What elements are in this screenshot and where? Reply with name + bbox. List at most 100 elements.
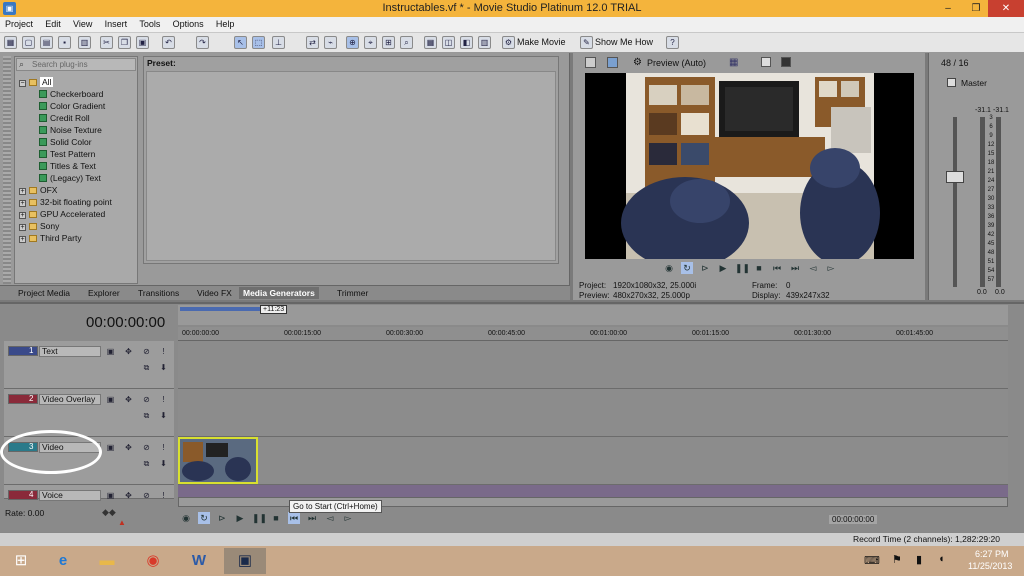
compositing-mode-icon[interactable]: ⬇	[159, 363, 168, 372]
undo-icon[interactable]: ↶	[162, 36, 175, 49]
track-fx-icon[interactable]: ▣	[106, 395, 115, 404]
next-frame-icon[interactable]: ▻	[825, 262, 837, 274]
plugin-tree-item[interactable]: Solid Color	[39, 136, 92, 148]
mixer-properties-icon[interactable]	[947, 78, 956, 87]
track-fx-icon[interactable]: ▣	[106, 443, 115, 452]
track-header[interactable]: 1 Text ▣ ✥ ⊘! ⧉ ⬇	[4, 341, 174, 389]
menu-edit[interactable]: Edit	[40, 17, 66, 32]
track-fx-icon[interactable]: ▣	[106, 491, 115, 500]
track-name[interactable]: Video Overlay	[39, 394, 101, 405]
view-icon[interactable]: ▥	[478, 36, 491, 49]
tab-video-fx[interactable]: Video FX	[197, 287, 232, 299]
grid-icon[interactable]: ▦	[424, 36, 437, 49]
rate-slider[interactable]: ◆◆	[102, 508, 126, 517]
plugin-tree-item[interactable]: Test Pattern	[39, 148, 95, 160]
preview-mode-dropdown[interactable]: Preview (Auto)	[647, 58, 706, 68]
compositing-icon[interactable]: ⧉	[142, 363, 151, 372]
plugin-search-input[interactable]: ⌕ Search plug-ins	[16, 58, 136, 71]
loop-icon[interactable]: ↻	[681, 262, 693, 274]
solo-icon[interactable]: !	[159, 395, 168, 404]
mute-icon[interactable]: ⊘	[142, 491, 151, 500]
help-icon[interactable]: ?	[666, 36, 679, 49]
tl-go-to-start-icon[interactable]: ⏮	[288, 512, 300, 524]
paste-icon[interactable]: ▣	[136, 36, 149, 49]
compositing-icon[interactable]: ⧉	[142, 411, 151, 420]
plugin-tree-item[interactable]: Titles & Text	[39, 160, 96, 172]
tl-go-to-end-icon[interactable]: ⏭	[306, 512, 318, 524]
track-fx-icon[interactable]: ▣	[106, 347, 115, 356]
track-motion-icon[interactable]: ✥	[124, 347, 133, 356]
menu-project[interactable]: Project	[0, 17, 38, 32]
lock-envelopes-icon[interactable]: ⌁	[324, 36, 337, 49]
region-icon[interactable]: ⊞	[382, 36, 395, 49]
track-name[interactable]: Voice	[39, 490, 101, 501]
preview-settings-icon[interactable]	[585, 57, 596, 68]
tl-play-icon[interactable]: ▶	[234, 512, 246, 524]
track-motion-icon[interactable]: ✥	[124, 491, 133, 500]
tl-stop-icon[interactable]: ■	[270, 512, 282, 524]
mute-icon[interactable]: ⊘	[142, 395, 151, 404]
track-header[interactable]: 4 Voice ▣ ✥ ⊘!	[4, 485, 174, 501]
expand-icon[interactable]: +	[19, 212, 26, 219]
plugin-tree-item[interactable]: Checkerboard	[39, 88, 103, 100]
dock-side-handle[interactable]	[3, 56, 11, 284]
plugin-tree-item[interactable]: + OFX	[19, 184, 57, 196]
save-icon[interactable]: ▪	[58, 36, 71, 49]
movie-studio-icon[interactable]: ▣	[224, 548, 266, 574]
tray-flag-icon[interactable]: ⚑	[892, 553, 902, 566]
chrome-icon[interactable]: ◉	[132, 548, 174, 574]
copy-icon[interactable]: ❐	[118, 36, 131, 49]
crossfade-icon[interactable]: ◫	[442, 36, 455, 49]
tray-volume-icon[interactable]: ◖	[938, 553, 945, 565]
plugin-tree-item[interactable]: + Third Party	[19, 232, 82, 244]
clock-date[interactable]: 11/25/2013	[968, 561, 1012, 571]
plugin-tree-item[interactable]: +32-bit floating point	[19, 196, 112, 208]
mute-icon[interactable]: ⊘	[142, 347, 151, 356]
video-clip[interactable]	[178, 437, 258, 484]
compositing-icon[interactable]: ⧉	[142, 459, 151, 468]
overlays-icon[interactable]: ▦	[729, 57, 738, 68]
tl-previous-frame-icon[interactable]: ◅	[324, 512, 336, 524]
track-lane[interactable]	[178, 389, 1008, 437]
timeline-ruler[interactable]: 00:00:00:00 00:00:15:00 00:00:30:00 00:00:4…	[178, 327, 1008, 341]
menu-tools[interactable]: Tools	[134, 17, 165, 32]
track-motion-icon[interactable]: ✥	[124, 443, 133, 452]
cut-icon[interactable]: ✂	[100, 36, 113, 49]
close-button[interactable]: ✕	[988, 0, 1024, 17]
play-icon[interactable]: ▶	[717, 262, 729, 274]
tl-pause-icon[interactable]: ❚❚	[252, 512, 267, 524]
track-lane[interactable]	[178, 437, 1008, 485]
tl-record-icon[interactable]: ◉	[180, 512, 192, 524]
make-movie-button[interactable]: Make Movie	[517, 37, 566, 47]
plugin-tree-item[interactable]: Credit Roll	[39, 112, 90, 124]
new-project-icon[interactable]: ▦	[4, 36, 17, 49]
expand-icon[interactable]: +	[19, 236, 26, 243]
start-icon[interactable]: ⊞	[0, 548, 42, 574]
copy-snapshot-icon[interactable]	[761, 57, 771, 67]
solo-icon[interactable]: !	[159, 443, 168, 452]
menu-view[interactable]: View	[68, 17, 97, 32]
tab-media-generators[interactable]: Media Generators	[239, 287, 319, 299]
word-icon[interactable]: W	[178, 548, 220, 574]
tl-loop-icon[interactable]: ↻	[198, 512, 210, 524]
solo-icon[interactable]: !	[159, 347, 168, 356]
selection-tool-icon[interactable]: ⬚	[252, 36, 265, 49]
menu-options[interactable]: Options	[168, 17, 209, 32]
internet-explorer-icon[interactable]: e	[42, 548, 84, 574]
master-fader[interactable]	[946, 171, 964, 183]
split-screen-icon[interactable]: ◧	[460, 36, 473, 49]
show-me-how-button[interactable]: Show Me How	[595, 37, 653, 47]
tab-transitions[interactable]: Transitions	[138, 287, 179, 299]
normal-edit-tool-icon[interactable]: ↖	[234, 36, 247, 49]
pause-icon[interactable]: ❚❚	[735, 262, 750, 274]
expand-icon[interactable]: −	[19, 80, 26, 87]
snapping-icon[interactable]: ⊕	[346, 36, 359, 49]
plugin-tree-item[interactable]: Color Gradient	[39, 100, 105, 112]
record-icon[interactable]: ◉	[663, 262, 675, 274]
plugin-tree-item[interactable]: + Sony	[19, 220, 59, 232]
track-name[interactable]: Text	[39, 346, 101, 357]
tab-explorer[interactable]: Explorer	[88, 287, 120, 299]
plugin-tree-item[interactable]: Noise Texture	[39, 124, 102, 136]
make-movie-icon[interactable]: ⚙	[502, 36, 515, 49]
stop-icon[interactable]: ■	[753, 262, 765, 274]
